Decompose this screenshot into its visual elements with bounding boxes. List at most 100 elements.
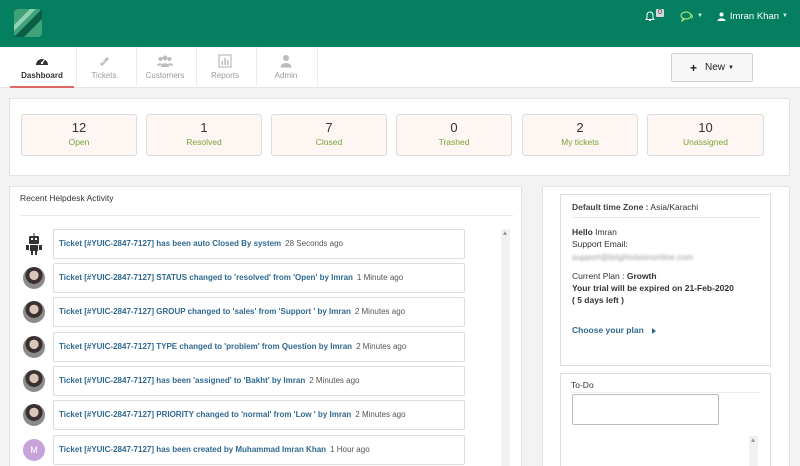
new-button-label: New [705,62,726,73]
stat-unassigned[interactable]: 10 Unassigned [647,114,764,156]
tab-admin[interactable]: Admin [254,47,318,88]
account-panel: Default time Zone : Asia/Karachi Hello I… [542,186,790,466]
greeting-name: Imran [595,227,617,237]
tab-label: Admin [274,71,298,80]
stat-value: 1 [200,120,208,135]
chart-icon [218,54,232,68]
activity-text[interactable]: Ticket [#YUIC-2847-7127] has been auto C… [59,239,281,248]
tab-reports[interactable]: Reports [193,47,257,88]
stat-label: Trashed [438,137,470,147]
notification-count-badge: 0 [656,9,664,17]
stat-label: My tickets [561,137,599,147]
avatar [23,370,45,392]
stat-label: Unassigned [683,137,728,147]
logo-icon[interactable] [14,9,42,37]
activity-text[interactable]: Ticket [#YUIC-2847-7127] TYPE changed to… [59,342,352,351]
notifications-button[interactable]: 0 [645,9,664,22]
greeting: Hello Imran [572,227,617,237]
stat-value: 2 [576,120,584,135]
main-nav: Dashboard Tickets Customers Reports Admi… [0,47,800,88]
user-icon [717,12,726,21]
stat-value: 7 [325,120,333,135]
activity-scrollbar[interactable] [501,229,510,466]
stat-closed[interactable]: 7 Closed [271,114,387,156]
user-name: Imran Khan [729,10,780,22]
tab-label: Tickets [91,71,117,80]
dashboard-icon [36,58,48,65]
bell-icon [645,10,655,21]
new-button[interactable]: + New ▼ [671,53,753,82]
stat-label: Resolved [186,137,222,147]
activity-entry[interactable]: Ticket [#YUIC-2847-7127] has been 'assig… [53,366,465,396]
tab-tickets[interactable]: Tickets [72,47,136,88]
activity-entry[interactable]: Ticket [#YUIC-2847-7127] GROUP changed t… [53,297,465,327]
activity-title: Recent Helpdesk Activity [20,193,114,203]
activity-entry[interactable]: Ticket [#YUIC-2847-7127] has been auto C… [53,229,465,259]
tab-customers[interactable]: Customers [133,47,197,88]
todo-panel: To-Do [560,373,771,466]
scroll-up-icon[interactable] [751,438,755,442]
avatar [23,267,45,289]
plan-label: Current Plan : [572,271,625,281]
user-icon [280,55,292,68]
activity-text[interactable]: Ticket [#YUIC-2847-7127] PRIORITY change… [59,410,351,419]
days-left: ( 5 days left ) [572,295,624,305]
stat-resolved[interactable]: 1 Resolved [146,114,262,156]
tab-label: Customers [145,71,185,80]
tab-label: Dashboard [21,71,63,80]
activity-text[interactable]: Ticket [#YUIC-2847-7127] has been create… [59,445,326,454]
chevron-down-icon: ▼ [696,13,703,19]
activity-text[interactable]: Ticket [#YUIC-2847-7127] GROUP changed t… [59,307,351,316]
recent-activity-panel: Recent Helpdesk Activity Ticket [#YUIC-2… [9,186,522,466]
activity-entry[interactable]: Ticket [#YUIC-2847-7127] TYPE changed to… [53,332,465,362]
scroll-up-icon[interactable] [503,231,507,235]
activity-time: 1 Hour ago [330,445,370,454]
support-email: support@brightvisiononline.com [572,252,694,262]
chat-icon [680,10,693,22]
stat-value: 0 [450,120,458,135]
activity-time: 2 Minutes ago [309,376,360,385]
timezone-value: Asia/Karachi [650,202,699,212]
stat-my-tickets[interactable]: 2 My tickets [522,114,638,156]
activity-time: 1 Minute ago [356,273,404,282]
activity-time: 2 Minutes ago [355,410,406,419]
timezone-label: Default time Zone : [572,202,649,212]
activity-entry[interactable]: Ticket [#YUIC-2847-7127] STATUS changed … [53,263,465,293]
user-menu[interactable]: Imran Khan ▼ [717,11,788,22]
greeting-label: Hello [572,227,593,237]
ticket-icon [100,57,109,66]
activity-text[interactable]: Ticket [#YUIC-2847-7127] STATUS changed … [59,273,353,282]
stat-open[interactable]: 12 Open [21,114,137,156]
chat-button[interactable]: ▼ [680,10,703,22]
top-bar: 0 ▼ Imran Khan ▼ [0,0,800,47]
support-email-label: Support Email: [572,239,628,249]
choose-plan-link[interactable]: Choose your plan [572,325,656,335]
account-info: Default time Zone : Asia/Karachi Hello I… [560,194,771,366]
chevron-down-icon: ▼ [728,64,734,71]
tab-dashboard[interactable]: Dashboard [10,47,74,88]
avatar [23,404,45,426]
stat-trashed[interactable]: 0 Trashed [396,114,512,156]
activity-time: 28 Seconds ago [285,239,343,248]
activity-time: 2 Minutes ago [354,307,406,316]
todo-input[interactable] [572,394,719,425]
activity-time: 2 Minutes ago [356,342,407,351]
todo-scrollbar[interactable] [749,436,758,466]
choose-plan-label: Choose your plan [572,325,644,335]
timezone: Default time Zone : Asia/Karachi [572,202,698,212]
activity-entry[interactable]: Ticket [#YUIC-2847-7127] PRIORITY change… [53,400,465,430]
caret-right-icon [651,327,656,334]
avatar: M [23,439,45,461]
chevron-down-icon: ▼ [782,13,788,19]
activity-entry[interactable]: Ticket [#YUIC-2847-7127] has been create… [53,435,465,465]
current-plan: Current Plan : Growth [572,271,657,281]
plan-value: Growth [626,271,657,281]
activity-text[interactable]: Ticket [#YUIC-2847-7127] has been 'assig… [59,376,305,385]
ticket-stats-panel: 12 Open 1 Resolved 7 Closed 0 Trashed 2 … [9,98,790,176]
todo-title: To-Do [571,380,594,390]
robot-icon [26,233,42,255]
tab-label: Reports [210,71,239,80]
plus-icon: + [690,60,698,75]
stat-label: Closed [315,137,343,147]
stat-value: 10 [698,120,713,135]
